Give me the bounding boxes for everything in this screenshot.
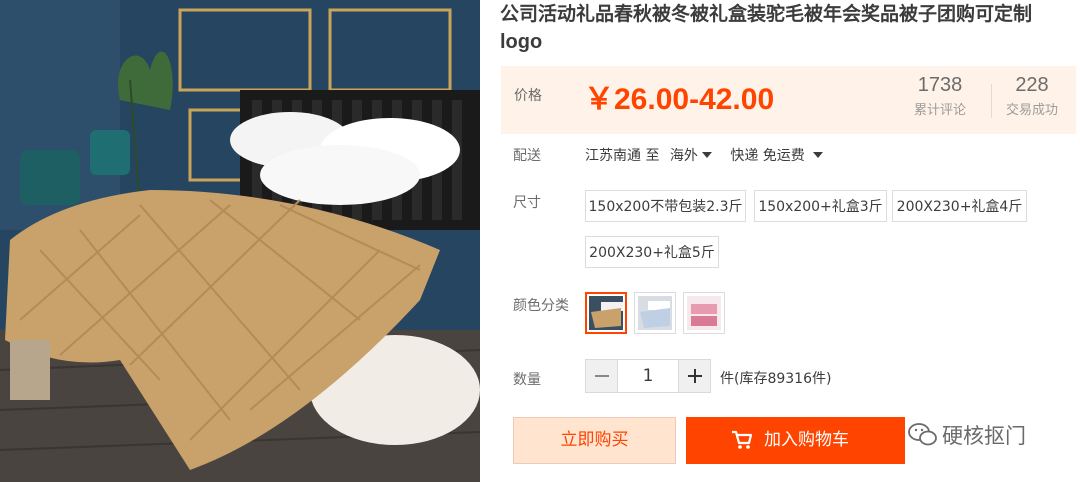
blue-white-quilt-thumb xyxy=(638,296,672,330)
shipping-origin: 江苏南通 至 xyxy=(585,148,660,164)
product-title: 公司活动礼品春秋被冬被礼盒装驼毛被年会奖品被子团购可定制 logo xyxy=(500,0,1070,56)
size-option[interactable]: 200X230+礼盒5斤 xyxy=(585,236,719,268)
price-label: 价格 xyxy=(514,88,542,104)
shipping-label: 配送 xyxy=(513,148,541,164)
pink-quilt-thumb xyxy=(687,296,721,330)
sales-label: 交易成功 xyxy=(1006,103,1059,118)
sales-count: 228 xyxy=(1015,74,1049,96)
stat-divider xyxy=(991,84,992,118)
chevron-down-icon xyxy=(701,152,712,158)
quantity-decrease-button[interactable] xyxy=(585,359,618,393)
buy-now-button[interactable]: 立即购买 xyxy=(513,417,676,464)
wechat-icon xyxy=(908,423,937,446)
color-swatch-pink[interactable] xyxy=(683,292,725,334)
quantity-input[interactable]: 1 xyxy=(617,359,679,393)
quantity-increase-button[interactable] xyxy=(678,359,711,393)
camel-quilt-thumb xyxy=(589,296,623,330)
color-swatch-blue-white[interactable] xyxy=(634,292,676,334)
size-option[interactable]: 150x200+礼盒3斤 xyxy=(754,190,887,222)
shipping-destination-select[interactable]: 海外 xyxy=(670,148,712,164)
product-info-panel: 公司活动礼品春秋被冬被礼盒装驼毛被年会奖品被子团购可定制 logo 价格 ￥26… xyxy=(500,0,1080,482)
product-title-line1: 公司活动礼品春秋被冬被礼盒装驼毛被年会奖品被子团购可定制 xyxy=(500,3,1033,25)
bedroom-photo xyxy=(0,0,480,482)
color-swatch-camel[interactable] xyxy=(585,292,627,334)
add-to-cart-button[interactable]: 加入购物车 xyxy=(686,417,905,464)
product-image xyxy=(0,0,480,482)
size-option[interactable]: 200X230+礼盒4斤 xyxy=(892,190,1027,222)
reviews-stat[interactable]: 1738 累计评论 xyxy=(914,74,966,118)
product-title-line2: logo xyxy=(500,31,543,53)
add-to-cart-label: 加入购物车 xyxy=(764,430,849,450)
quantity-label: 数量 xyxy=(513,372,541,388)
shipping-destination: 海外 xyxy=(669,148,698,164)
reviews-count: 1738 xyxy=(917,74,963,96)
sales-stat: 228 交易成功 xyxy=(1006,74,1058,118)
color-label: 颜色分类 xyxy=(513,298,569,314)
cart-icon xyxy=(732,430,753,449)
chevron-down-icon xyxy=(812,152,823,158)
watermark-text: 硬核抠门 xyxy=(942,424,1026,448)
reviews-label: 累计评论 xyxy=(914,103,967,118)
price-panel: 价格 ￥26.00-42.00 1738 累计评论 228 交易成功 xyxy=(501,66,1076,134)
shipping-method: 快递 免运费 xyxy=(730,148,805,164)
shipping-info: 江苏南通 至 海外 快递 免运费 xyxy=(585,145,823,165)
stock-text: 件(库存89316件) xyxy=(720,371,832,387)
shipping-method-select[interactable]: 快递 免运费 xyxy=(730,148,823,164)
size-label: 尺寸 xyxy=(513,195,541,211)
size-option[interactable]: 150x200不带包装2.3斤 xyxy=(585,190,746,222)
price-value: ￥26.00-42.00 xyxy=(584,83,775,116)
